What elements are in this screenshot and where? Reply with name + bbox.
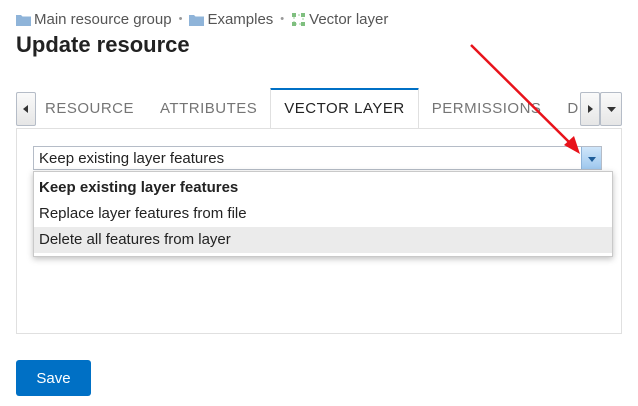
select-dropdown-menu: Keep existing layer features Replace lay… [33, 171, 613, 257]
option-delete-all-features[interactable]: Delete all features from layer [34, 227, 612, 253]
tabs-strip: Resource Attributes Vector layer Permiss… [38, 88, 592, 128]
tab-resource[interactable]: Resource [38, 88, 147, 128]
breadcrumb-label: Main resource group [34, 10, 172, 28]
tabs-viewport: Resource Attributes Vector layer Permiss… [38, 88, 592, 128]
tab-bar: Resource Attributes Vector layer Permiss… [16, 88, 622, 129]
page-title: Update resource [16, 32, 190, 57]
update-resource-page: Main resource group • Examples • Vector … [0, 0, 638, 406]
caret-left-icon [23, 100, 29, 118]
breadcrumb-item-vector-layer[interactable]: Vector layer [291, 11, 388, 28]
breadcrumb-separator: • [280, 13, 285, 25]
option-keep-existing-features[interactable]: Keep existing layer features [34, 175, 612, 201]
folder-icon [189, 13, 205, 26]
breadcrumb-item-main-resource-group[interactable]: Main resource group [16, 11, 172, 28]
tab-vector-layer[interactable]: Vector layer [270, 88, 419, 128]
breadcrumb-label: Vector layer [309, 10, 389, 28]
features-action-select[interactable]: Keep existing layer features [33, 146, 602, 170]
breadcrumb: Main resource group • Examples • Vector … [16, 10, 388, 28]
caret-down-icon [606, 100, 616, 118]
tab-permissions[interactable]: Permissions [419, 88, 555, 128]
tab-attributes[interactable]: Attributes [147, 88, 270, 128]
save-button[interactable]: Save [16, 360, 91, 396]
caret-right-icon [587, 100, 593, 118]
folder-icon [16, 13, 31, 26]
tab-scroll-left-button[interactable] [16, 92, 36, 126]
tab-scroll-right-button[interactable] [580, 92, 600, 126]
breadcrumb-item-examples[interactable]: Examples [189, 11, 273, 28]
breadcrumb-label: Examples [207, 10, 274, 28]
breadcrumb-separator: • [178, 13, 183, 25]
option-replace-features-from-file[interactable]: Replace layer features from file [34, 201, 612, 227]
select-value: Keep existing layer features [39, 150, 225, 167]
tab-list-menu-button[interactable] [600, 92, 622, 126]
chevron-down-icon [587, 149, 596, 167]
vector-layer-icon [291, 12, 306, 27]
dropdown-arrow-button[interactable] [581, 147, 601, 169]
